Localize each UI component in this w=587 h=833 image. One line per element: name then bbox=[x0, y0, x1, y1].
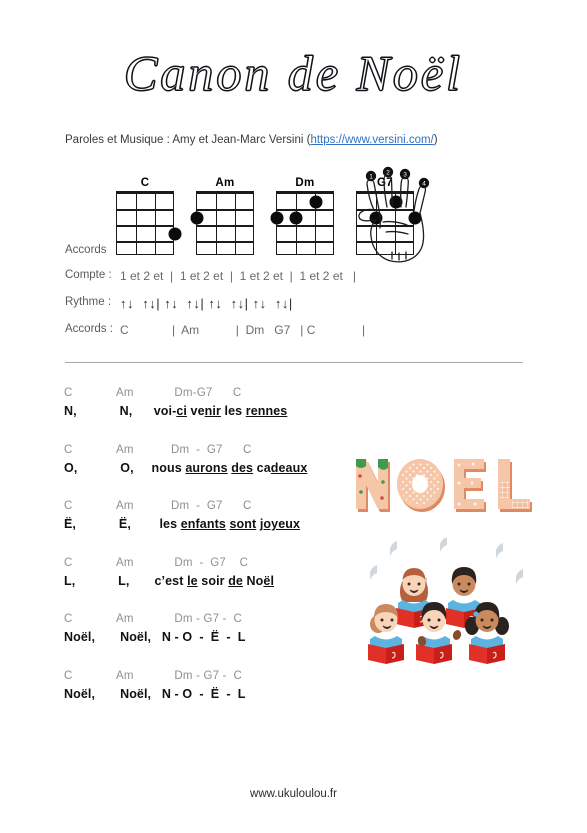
chord-diagram-dm: Dm bbox=[270, 176, 334, 255]
compte-row-value: 1 et 2 et | 1 et 2 et | 1 et 2 et | 1 et… bbox=[120, 269, 356, 283]
credits-line: Paroles et Musique : Amy et Jean-Marc Ve… bbox=[65, 134, 438, 146]
credits-prefix: Paroles et Musique : Amy et Jean-Marc Ve… bbox=[65, 134, 311, 146]
verse: C Am Dm - G7 C Ë, Ë, les enfants sont joy… bbox=[64, 498, 354, 534]
finger-number-text: 3 bbox=[403, 172, 407, 179]
accords-sequence-label: Accords : bbox=[65, 323, 113, 335]
fret-line bbox=[117, 241, 173, 243]
rythme-row-value: ↑↓ ↑↓| ↑↓ ↑↓| ↑↓ ↑↓| ↑↓ ↑↓| bbox=[120, 296, 293, 311]
finger-dot bbox=[309, 195, 323, 209]
verse-chord-line: C Am Dm - G7 C bbox=[64, 500, 252, 512]
finger-number-text: 2 bbox=[386, 170, 390, 177]
credits-suffix: ) bbox=[433, 134, 438, 146]
compte-row-label: Compte : bbox=[65, 269, 112, 281]
fret-line bbox=[277, 241, 333, 243]
verse: C Am Dm - G7 - C Noël, Noël, N - O - Ë - … bbox=[64, 611, 354, 647]
verse-lyric-line: N, N, voi-ci venir les rennes bbox=[64, 404, 288, 418]
fret-line bbox=[197, 225, 253, 227]
verse-chord-line: C Am Dm - G7 C bbox=[64, 556, 249, 569]
section-divider bbox=[65, 362, 523, 363]
accords-sequence-value: C | Am | Dm G7 | C | bbox=[120, 323, 366, 337]
fret-line bbox=[117, 209, 173, 211]
footer-website: www.ukuloulou.fr bbox=[250, 788, 337, 800]
string-line bbox=[235, 194, 237, 254]
chord-name-label: Dm bbox=[295, 177, 315, 189]
verse-chord-line: C Am Dm - G7 C bbox=[64, 443, 252, 456]
fretboard bbox=[116, 191, 182, 255]
lyrics-section: C Am Dm-G7 C N, N, voi-ci venir les renne… bbox=[64, 385, 354, 724]
finger-dot bbox=[190, 211, 204, 225]
hand-finger-diagram: 1 2 3 4 bbox=[352, 166, 448, 266]
rythme-row-label: Rythme : bbox=[65, 296, 112, 308]
verse-lyric-line: L, L, c’est le soir de Noël bbox=[64, 573, 275, 588]
verse-chord-line: C Am Dm-G7 C bbox=[64, 387, 242, 399]
fret-line bbox=[117, 225, 173, 227]
verse: C Am Dm - G7 C L, L, c’est le soir de Noë… bbox=[64, 555, 354, 591]
verse: C Am Dm-G7 C N, N, voi-ci venir les renne… bbox=[64, 385, 354, 421]
chord-name-label: Am bbox=[215, 177, 235, 189]
fret-line bbox=[197, 241, 253, 243]
string-line bbox=[135, 194, 137, 254]
finger-dot bbox=[289, 211, 303, 225]
finger-number-text: 4 bbox=[422, 181, 426, 188]
fretboard bbox=[190, 191, 254, 255]
verse-lyric-line: O, O, nous aurons des cadeaux bbox=[64, 460, 308, 475]
children-choir-graphic bbox=[356, 537, 534, 678]
verse-lyric-line: Ë, Ë, les enfants sont joyeux bbox=[64, 517, 301, 531]
page-title: Canon de Noël bbox=[123, 44, 463, 101]
verse-chord-line: C Am Dm - G7 - C bbox=[64, 613, 242, 625]
noel-gingerbread-graphic bbox=[352, 452, 538, 518]
fret-line bbox=[277, 209, 333, 211]
verse: C Am Dm - G7 C O, O, nous aurons des cade… bbox=[64, 442, 354, 478]
versini-website-link[interactable]: https://www.versini.com/ bbox=[310, 134, 433, 146]
fretboard bbox=[270, 191, 334, 255]
chord-name-label: C bbox=[140, 177, 150, 189]
verse-lyric-line: Noël, Noël, N - O - Ë - L bbox=[64, 630, 246, 644]
chord-diagram-am: Am bbox=[190, 176, 254, 255]
fret-line bbox=[197, 209, 253, 211]
verse: C Am Dm - G7 - C Noël, Noël, N - O - Ë - … bbox=[64, 668, 354, 704]
accords-row-label: Accords bbox=[65, 244, 107, 256]
finger-dot bbox=[168, 227, 182, 241]
verse-lyric-line: Noël, Noël, N - O - Ë - L bbox=[64, 686, 246, 701]
finger-number-text: 1 bbox=[369, 174, 373, 181]
finger-dot bbox=[270, 211, 284, 225]
string-line bbox=[215, 194, 217, 254]
verse-chord-line: C Am Dm - G7 - C bbox=[64, 669, 242, 682]
fret-line bbox=[277, 225, 333, 227]
string-line bbox=[155, 194, 157, 254]
chord-diagram-c: C bbox=[116, 176, 182, 255]
